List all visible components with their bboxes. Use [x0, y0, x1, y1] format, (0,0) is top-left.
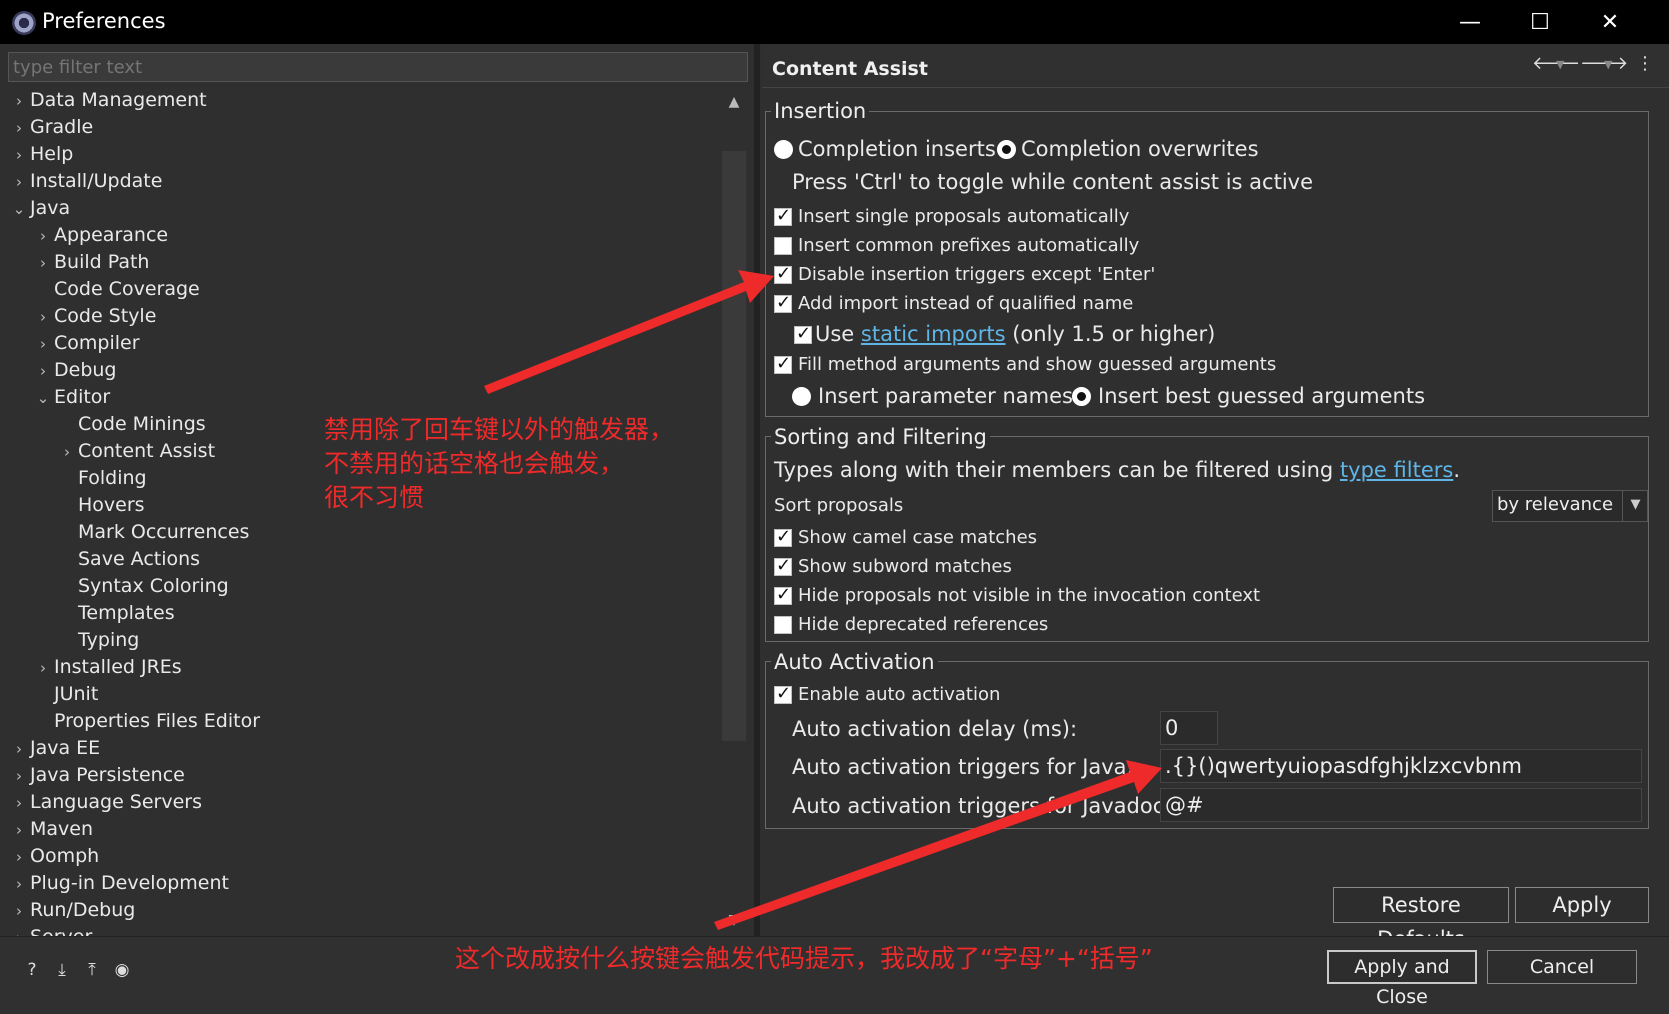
annotation-arrows [484, 270, 1162, 930]
arrow-to-disable-triggers [484, 270, 774, 394]
arrow-to-java-triggers [714, 760, 1162, 930]
